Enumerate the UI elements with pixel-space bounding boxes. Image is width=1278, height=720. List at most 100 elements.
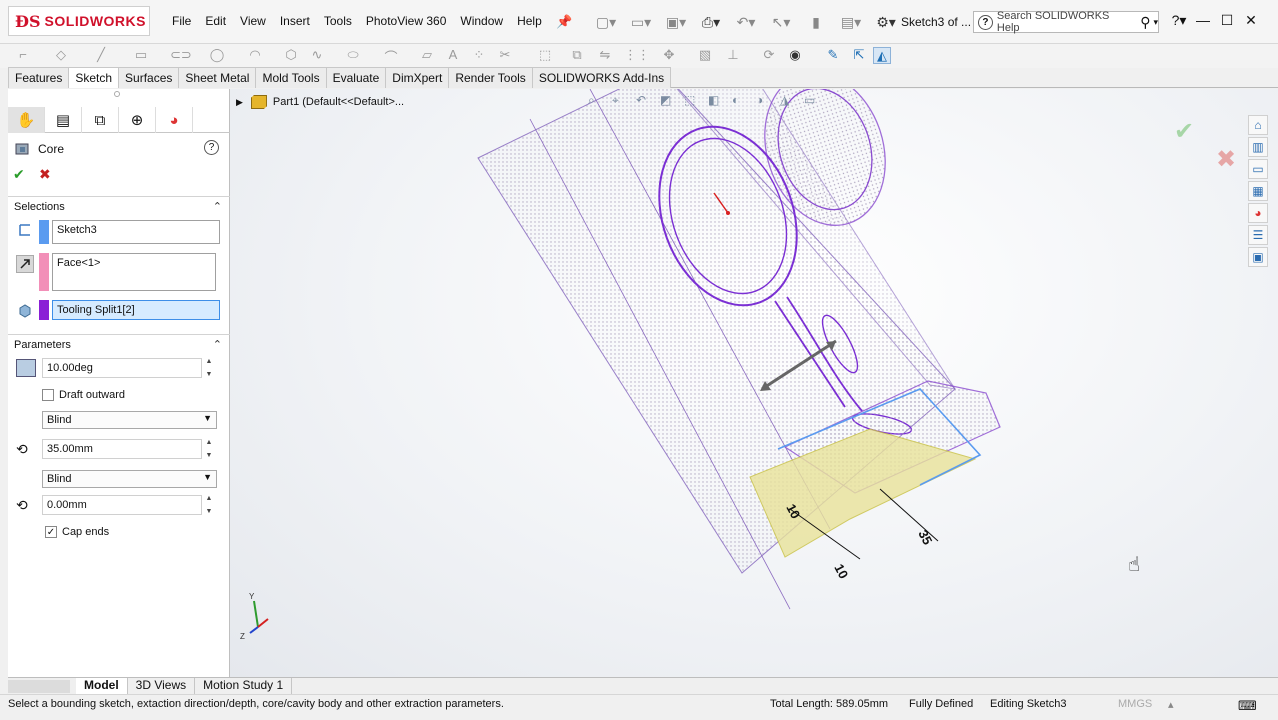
tab-mold-tools[interactable]: Mold Tools [255, 67, 327, 88]
zoom-area-icon[interactable]: ⌖ [612, 93, 630, 109]
view-palette-icon[interactable]: ▦ [1248, 181, 1268, 201]
tab-model[interactable]: Model [76, 678, 128, 694]
circle-icon[interactable]: ◯ [208, 47, 226, 64]
expand-view-icon[interactable]: ⧉ [1175, 89, 1195, 90]
menu-help[interactable]: Help [517, 14, 542, 28]
new-document-icon[interactable]: ▢▾ [594, 12, 618, 32]
menu-edit[interactable]: Edit [205, 14, 226, 28]
undo-icon[interactable]: ↶▾ [734, 12, 758, 32]
tab-features[interactable]: Features [8, 67, 70, 88]
menu-photoview[interactable]: PhotoView 360 [366, 14, 447, 28]
select-arrow-icon[interactable]: ↖▾ [769, 12, 793, 32]
body-selection-box[interactable]: Tooling Split1[2] [52, 300, 220, 320]
shaded-sketch-icon[interactable]: ◭ [873, 47, 891, 64]
design-library-icon[interactable]: ▥ [1248, 137, 1268, 157]
spline-icon[interactable]: ∿ [308, 47, 326, 64]
ellipse-icon[interactable]: ⬭ [344, 47, 362, 64]
customize-status-icon[interactable]: ⌨ [1238, 698, 1257, 714]
help-icon[interactable]: ?▾ [1168, 12, 1190, 29]
dimxpert-manager-tab-icon[interactable]: ⊕ [119, 107, 156, 133]
end-condition-1-select[interactable]: Blind ▼ [42, 411, 217, 429]
depth-2-spinner[interactable]: ▲ ▼ [202, 495, 216, 515]
property-manager-tab-icon[interactable]: ▤ [45, 107, 82, 133]
arc-icon[interactable]: ◠ [246, 47, 264, 64]
maximize-icon[interactable]: ☐ [1216, 12, 1238, 29]
print-icon[interactable]: ⎙▾ [699, 12, 723, 32]
fillet-icon[interactable]: ⌒ [382, 47, 400, 65]
split-view-icon[interactable]: ⧈ [1150, 89, 1170, 90]
unit-system[interactable]: MMGS [1118, 698, 1152, 710]
forum-icon[interactable]: ▣ [1248, 247, 1268, 267]
help-search-input[interactable]: Search SOLIDWORKS Help [997, 10, 1134, 34]
smart-dimension-icon[interactable]: ◇ [52, 47, 70, 64]
depth-1-spinner[interactable]: ▲ ▼ [202, 439, 216, 459]
file-properties-icon[interactable]: ▤▾ [839, 12, 863, 32]
tab-sketch[interactable]: Sketch [68, 67, 120, 88]
menu-tools[interactable]: Tools [324, 14, 352, 28]
depth-2-input[interactable]: 0.00mm [42, 495, 202, 515]
tab-render-tools[interactable]: Render Tools [448, 67, 533, 88]
tab-evaluate[interactable]: Evaluate [325, 67, 387, 88]
tab-3d-views[interactable]: 3D Views [128, 678, 196, 694]
graphics-area[interactable]: ▶ Part1 (Default<<Default>... 10 10 35 ⌕… [230, 89, 1278, 677]
open-folder-icon[interactable]: ▭▾ [629, 12, 653, 32]
direction-arrow-icon[interactable] [16, 255, 34, 273]
feature-manager-tab-icon[interactable]: ✋ [8, 107, 45, 133]
relations-icon[interactable]: ⊥ [724, 47, 742, 64]
appearances-icon[interactable]: ◕ [1248, 203, 1268, 223]
viewport-minimize-icon[interactable]: — [1200, 89, 1220, 90]
close-icon[interactable]: ✕ [1240, 12, 1262, 29]
tab-sheet-metal[interactable]: Sheet Metal [178, 67, 257, 88]
section-view-icon[interactable]: ◩ [660, 93, 678, 109]
chevron-up-icon[interactable]: ⌃ [213, 338, 222, 351]
repair-sketch-icon[interactable]: ⟳ [760, 47, 778, 64]
custom-properties-icon[interactable]: ☰ [1248, 225, 1268, 245]
model-view[interactable]: 10 10 35 [230, 89, 1278, 677]
tab-navigation-arrows[interactable] [8, 679, 70, 693]
slot-icon[interactable]: ⊂⊃ [170, 47, 192, 64]
viewport-close-icon[interactable]: ✕ [1250, 89, 1270, 90]
face-selection-box[interactable]: Face<1> [52, 253, 216, 291]
line-icon[interactable]: ╱ [92, 47, 110, 64]
selections-group-header[interactable]: Selections ⌃ [8, 196, 230, 216]
home-icon[interactable]: ⌂ [1248, 115, 1268, 135]
parameters-group-header[interactable]: Parameters ⌃ [8, 334, 230, 354]
menu-view[interactable]: View [240, 14, 266, 28]
sketch-selection-box[interactable]: Sketch3 [52, 220, 220, 244]
ok-check-button[interactable]: ✔ [13, 166, 25, 183]
text-icon[interactable]: A [444, 47, 462, 64]
help-question-icon[interactable]: ? [204, 140, 219, 155]
tab-motion-study[interactable]: Motion Study 1 [195, 678, 293, 694]
draft-angle-input[interactable]: 10.00deg [42, 358, 202, 378]
cancel-x-button[interactable]: ✖ [39, 166, 51, 183]
tab-surfaces[interactable]: Surfaces [118, 67, 180, 88]
solidworks-logo[interactable]: ƉS SOLIDWORKS [8, 6, 150, 36]
draft-outward-checkbox[interactable] [42, 389, 54, 401]
edit-appearance-icon[interactable]: ◑ [756, 93, 774, 109]
save-icon[interactable]: ▣▾ [664, 12, 688, 32]
move-entities-icon[interactable]: ✥ [660, 47, 678, 64]
configuration-manager-tab-icon[interactable]: ⧉ [82, 107, 119, 133]
sketch-icon[interactable]: ⌐ [14, 47, 32, 64]
options-gear-icon[interactable]: ⚙▾ [874, 12, 898, 32]
display-style-icon[interactable]: ◧ [708, 93, 726, 109]
plane-icon[interactable]: ▱ [418, 47, 436, 64]
tab-addins[interactable]: SOLIDWORKS Add-Ins [531, 67, 672, 88]
panel-grip-handle[interactable] [114, 91, 120, 97]
previous-view-icon[interactable]: ↶ [636, 93, 654, 109]
help-search-box[interactable]: ? Search SOLIDWORKS Help ⚲ ▾ [973, 10, 1159, 34]
search-dropdown-icon[interactable]: ▾ [1153, 17, 1158, 28]
display-relations-icon[interactable]: ◉ [786, 47, 804, 64]
menu-window[interactable]: Window [460, 14, 503, 28]
file-explorer-icon[interactable]: ▭ [1248, 159, 1268, 179]
trim-icon[interactable]: ✂ [496, 47, 514, 64]
confirmation-ok-icon[interactable]: ✔ [1174, 117, 1194, 146]
confirmation-cancel-icon[interactable]: ✖ [1216, 145, 1236, 174]
mirror-icon[interactable]: ⇋ [596, 47, 614, 64]
draft-angle-icon[interactable] [16, 359, 36, 377]
display-manager-tab-icon[interactable]: ◕ [156, 107, 193, 133]
minimize-icon[interactable]: — [1192, 12, 1214, 29]
polygon-icon[interactable]: ⬡ [282, 47, 300, 64]
hide-show-icon[interactable]: ◐ [732, 93, 750, 109]
draft-angle-spinner[interactable]: ▲ ▼ [202, 358, 216, 378]
